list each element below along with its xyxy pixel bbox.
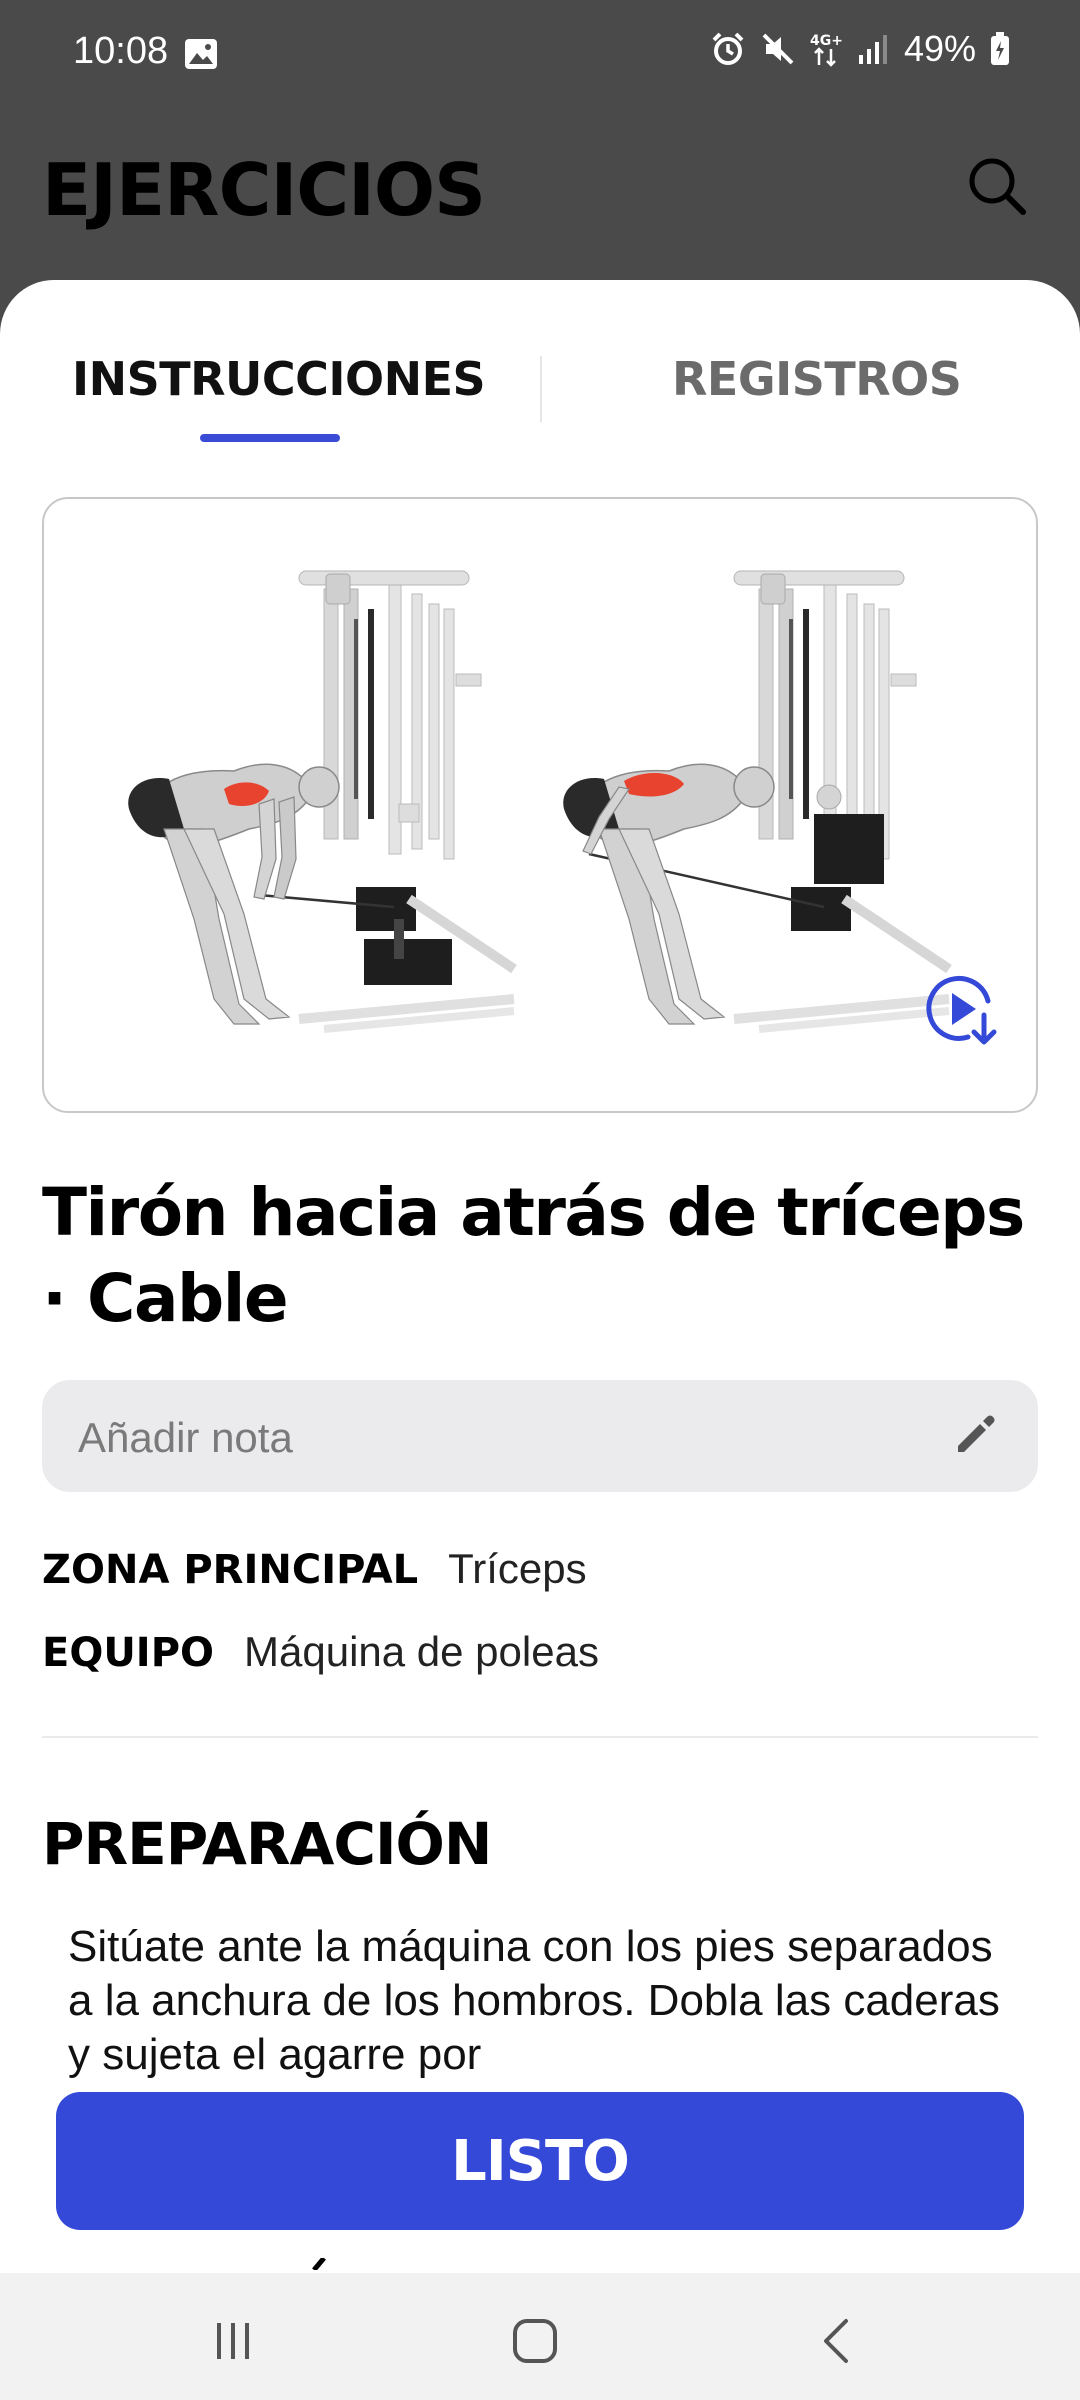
tab-bar: INSTRUCCIONES REGISTROS <box>0 280 1080 450</box>
done-button[interactable]: LISTO <box>56 2092 1024 2230</box>
recents-icon[interactable] <box>203 2311 263 2371</box>
tab-instrucciones[interactable]: INSTRUCCIONES <box>72 352 486 406</box>
system-nav-bar <box>0 2273 1080 2400</box>
cable-machine-end-figure <box>563 570 952 1033</box>
exercise-title: Tirón hacia atrás de tríceps · Cable <box>42 1174 1025 1337</box>
tab-registros[interactable]: REGISTROS <box>672 352 962 406</box>
status-time: 10:08 <box>73 30 169 72</box>
cable-machine-start-figure <box>128 570 517 1033</box>
alarm-icon <box>712 32 744 65</box>
page-title: EJERCICIOS <box>42 148 486 232</box>
battery-icon <box>991 32 1009 65</box>
note-field[interactable]: Añadir nota <box>42 1380 1038 1492</box>
equipment-label: EQUIPO <box>42 1630 215 1676</box>
primary-zone-value: Tríceps <box>448 1545 587 1592</box>
equipment-row: EQUIPO Máquina de poleas <box>42 1628 599 1676</box>
section-divider <box>42 1736 1038 1738</box>
mute-icon <box>762 33 794 65</box>
preparation-body: Sitúate ante la máquina con los pies sep… <box>68 1922 1000 2079</box>
exercise-illustration-graphic <box>128 570 952 1033</box>
svg-text:4G+: 4G+ <box>810 33 843 49</box>
note-placeholder: Añadir nota <box>78 1414 293 1461</box>
app-header: EJERCICIOS <box>0 110 1080 280</box>
4g-icon: 4G+ <box>810 33 843 67</box>
status-icons: 4G+ 49% <box>710 28 1010 70</box>
status-bar: 10:08 4G+ 49% <box>0 0 1080 110</box>
equipment-value: Máquina de poleas <box>244 1628 599 1675</box>
exercise-illustration[interactable] <box>42 497 1038 1113</box>
battery-percent: 49% <box>903 28 976 69</box>
image-icon <box>185 39 217 69</box>
pencil-icon[interactable] <box>952 1412 998 1458</box>
search-icon[interactable] <box>966 155 1028 217</box>
video-download-icon[interactable] <box>922 969 1002 1049</box>
clipped-accent-glyph <box>312 2258 326 2270</box>
primary-zone-row: ZONA PRINCIPAL Tríceps <box>42 1545 587 1593</box>
back-icon[interactable] <box>808 2311 868 2371</box>
tab-divider <box>540 356 542 422</box>
preparation-title: PREPARACIÓN <box>42 1810 492 1878</box>
content-sheet: INSTRUCCIONES REGISTROS Tirón hacia atrá… <box>0 280 1080 2400</box>
active-tab-indicator <box>200 434 340 442</box>
signal-icon <box>858 35 887 64</box>
home-icon[interactable] <box>505 2311 565 2371</box>
primary-zone-label: ZONA PRINCIPAL <box>42 1547 419 1593</box>
